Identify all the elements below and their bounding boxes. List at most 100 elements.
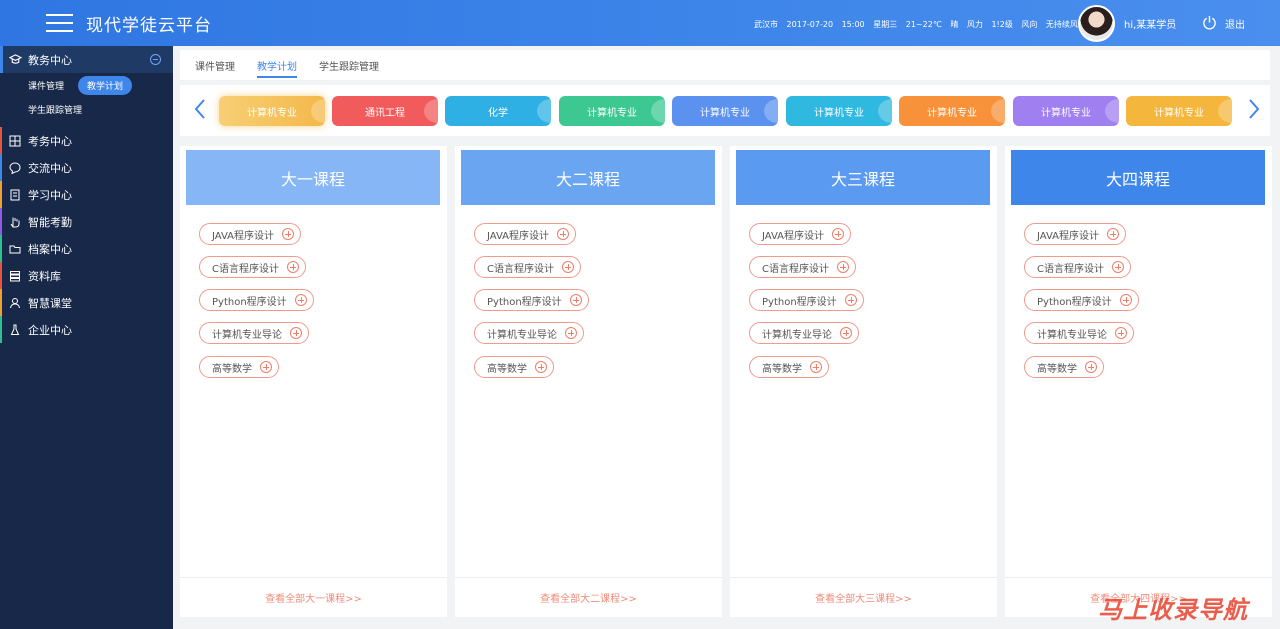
sidebar-item-enterprise[interactable]: 企业中心	[0, 316, 173, 343]
power-icon[interactable]	[1202, 15, 1217, 30]
view-all-link[interactable]: 查看全部大一课程>>	[180, 577, 447, 617]
sidebar-item-academic[interactable]: 教务中心	[0, 46, 173, 73]
weather-wind-level: 1!2级	[991, 20, 1013, 29]
collapse-icon[interactable]	[150, 54, 161, 65]
course-tag[interactable]: JAVA程序设计	[1024, 223, 1127, 245]
add-icon[interactable]	[565, 327, 577, 339]
course-label: 计算机专业导论	[762, 329, 832, 341]
course-tag[interactable]: JAVA程序设计	[199, 223, 302, 245]
user-greeting[interactable]: hi,某某学员	[1124, 16, 1176, 31]
add-icon[interactable]	[844, 294, 857, 306]
add-icon[interactable]	[1107, 228, 1120, 240]
course-label: 高等数学	[212, 363, 252, 375]
sidebar-item-label: 企业中心	[28, 323, 72, 337]
add-icon[interactable]	[535, 361, 547, 373]
course-tag[interactable]: Python程序设计	[749, 289, 864, 311]
major-pill[interactable]: 计算机专业	[672, 96, 778, 126]
add-icon[interactable]	[569, 294, 582, 306]
database-icon	[8, 269, 22, 283]
course-tag[interactable]: 计算机专业导论	[749, 322, 859, 344]
major-pill[interactable]: 计算机专业	[1013, 96, 1119, 126]
major-pill[interactable]: 计算机专业	[786, 96, 892, 126]
sidebar-subitem-courseware[interactable]: 课件管理	[28, 79, 64, 92]
add-icon[interactable]	[561, 261, 574, 273]
course-tag[interactable]: 计算机专业导论	[199, 322, 309, 344]
add-icon[interactable]	[836, 261, 849, 273]
add-icon[interactable]	[1119, 294, 1132, 306]
weather-direction-label: 风向	[1021, 20, 1038, 29]
add-icon[interactable]	[557, 228, 570, 240]
course-tag[interactable]: 高等数学	[1024, 356, 1104, 378]
add-icon[interactable]	[282, 228, 295, 240]
tab-teaching-plan[interactable]: 教学计划	[257, 58, 297, 78]
course-tag[interactable]: C语言程序设计	[474, 256, 581, 278]
weather-date: 2017-07-20	[786, 20, 834, 29]
course-tag[interactable]: 计算机专业导论	[1024, 322, 1134, 344]
course-tag[interactable]: C语言程序设计	[199, 256, 306, 278]
course-tag[interactable]: C语言程序设计	[1024, 256, 1131, 278]
course-tag[interactable]: 高等数学	[199, 356, 279, 378]
column-title: 大二课程	[461, 150, 715, 205]
add-icon[interactable]	[286, 261, 299, 273]
course-tag[interactable]: 高等数学	[474, 356, 554, 378]
tab-courseware[interactable]: 课件管理	[195, 58, 235, 73]
add-icon[interactable]	[1111, 261, 1124, 273]
add-icon[interactable]	[810, 361, 822, 373]
course-tag[interactable]: JAVA程序设计	[474, 223, 577, 245]
major-pill[interactable]: 计算机专业	[219, 96, 325, 126]
sidebar-item-smart-classroom[interactable]: 智慧课堂	[0, 289, 173, 316]
add-icon[interactable]	[1115, 327, 1127, 339]
course-tag[interactable]: 高等数学	[749, 356, 829, 378]
sidebar-item-attendance[interactable]: 智能考勤	[0, 208, 173, 235]
sidebar-item-communication[interactable]: 交流中心	[0, 154, 173, 181]
add-icon[interactable]	[840, 327, 852, 339]
major-pill[interactable]: 计算机专业	[559, 96, 665, 126]
sidebar-subitem-student-tracking[interactable]: 学生跟踪管理	[28, 103, 82, 116]
major-pill[interactable]: 化学	[445, 96, 551, 126]
chevron-left-icon[interactable]	[193, 98, 207, 120]
course-tag[interactable]: JAVA程序设计	[749, 223, 852, 245]
view-all-link[interactable]: 查看全部大三课程>>	[730, 577, 997, 617]
sidebar-item-label: 智慧课堂	[28, 296, 72, 310]
sidebar-item-archive[interactable]: 档案中心	[0, 235, 173, 262]
hamburger-menu-icon[interactable]	[46, 14, 73, 32]
course-tag[interactable]: Python程序设计	[1024, 289, 1139, 311]
course-label: JAVA程序设计	[1037, 230, 1100, 242]
sidebar-item-label: 教务中心	[28, 53, 72, 67]
weather-city: 武汉市	[754, 20, 778, 29]
major-carousel: 计算机专业 通讯工程 化学 计算机专业 计算机专业 计算机专业 计算机专业 计算…	[180, 85, 1270, 136]
major-pill[interactable]: 通讯工程	[332, 96, 438, 126]
sidebar-menu: 考务中心 交流中心 学习中心 智能考勤 档案中心 资料库 智慧课堂 企业中心	[0, 127, 173, 343]
sidebar-item-study[interactable]: 学习中心	[0, 181, 173, 208]
logout-button[interactable]: 退出	[1225, 16, 1245, 31]
course-tag[interactable]: C语言程序设计	[749, 256, 856, 278]
course-tag[interactable]: 计算机专业导论	[474, 322, 584, 344]
major-pill[interactable]: 计算机专业	[1126, 96, 1232, 126]
chevron-right-icon[interactable]	[1247, 98, 1261, 120]
course-label: 计算机专业导论	[1037, 329, 1107, 341]
add-icon[interactable]	[260, 361, 272, 373]
course-tag[interactable]: Python程序设计	[474, 289, 589, 311]
add-icon[interactable]	[1085, 361, 1097, 373]
view-all-link[interactable]: 查看全部大二课程>>	[455, 577, 722, 617]
course-column-year1: 大一课程 JAVA程序设计 C语言程序设计 Python程序设计 计算机专业导论…	[180, 146, 447, 617]
add-icon[interactable]	[832, 228, 845, 240]
weather-bar: 武汉市 2017-07-20 15:00 星期三 21~22℃ 晴 风力 1!2…	[754, 19, 1108, 30]
major-pill[interactable]: 计算机专业	[899, 96, 1005, 126]
course-tag[interactable]: Python程序设计	[199, 289, 314, 311]
add-icon[interactable]	[294, 294, 307, 306]
person-icon	[8, 296, 22, 310]
sidebar-item-label: 资料库	[28, 269, 61, 283]
sidebar-subitem-teaching-plan[interactable]: 教学计划	[78, 75, 133, 95]
app-title: 现代学徒云平台	[86, 16, 212, 36]
column-title: 大三课程	[736, 150, 990, 205]
course-label: 高等数学	[762, 363, 802, 375]
user-avatar[interactable]	[1078, 5, 1115, 42]
tab-bar: 课件管理 教学计划 学生跟踪管理	[180, 50, 1270, 80]
course-label: 高等数学	[1037, 363, 1077, 375]
sidebar-item-exam[interactable]: 考务中心	[0, 127, 173, 154]
add-icon[interactable]	[290, 327, 302, 339]
sidebar-item-library[interactable]: 资料库	[0, 262, 173, 289]
tab-student-tracking[interactable]: 学生跟踪管理	[319, 58, 379, 73]
graduation-cap-icon	[8, 53, 22, 67]
